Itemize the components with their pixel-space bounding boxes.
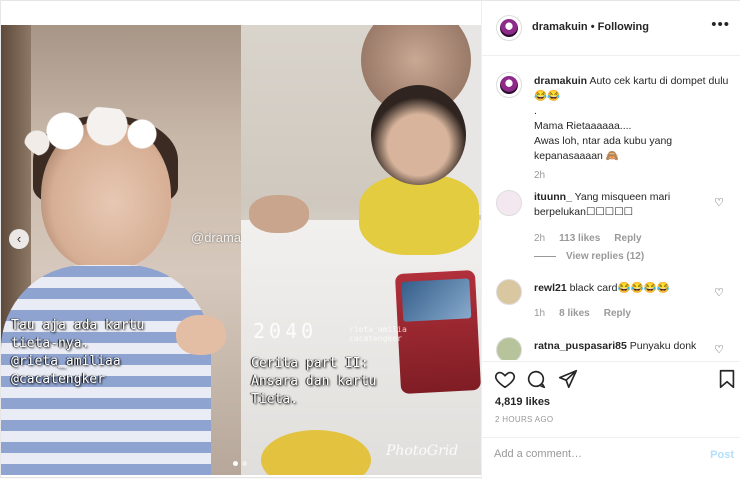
like-comment-heart-icon[interactable]: ♡ [714,196,724,209]
comment-text: ituunn_ Yang misqueen mari berpelukan☐☐☐… [534,191,671,218]
comment-time[interactable]: 2h [534,233,545,244]
author-avatar[interactable] [496,15,522,41]
comments-list[interactable]: dramakuin Auto cek kartu di dompet dulu … [482,57,740,360]
caption-avatar[interactable] [496,72,522,98]
comment-avatar-ituunn[interactable] [496,190,522,216]
comment-time[interactable]: 1h [534,308,545,319]
post-media[interactable]: @dramakuin Tau aja ada kartu tieta-nya. … [1,25,481,475]
more-options-icon[interactable]: ••• [711,16,730,33]
add-comment-bar: Post [482,437,740,475]
left-photo-panel: @dramakuin Tau aja ada kartu tieta-nya. … [1,25,241,475]
caption-text: dramakuin Auto cek kartu di dompet dulu … [534,75,729,162]
author-username[interactable]: dramakuin [532,21,588,33]
comment-likes[interactable]: 8 likes [559,308,590,319]
action-bar: 4,819 likes 2 HOURS AGO [482,361,740,441]
child-head [371,85,466,185]
comment-username[interactable]: ituunn_ [534,191,572,203]
comment-text: ratna_puspasari85 Punyaku donk [534,340,697,352]
like-heart-icon[interactable] [494,368,516,390]
right-caption-overlay: Cerita part II: Ansara dan kartu Tieta. [251,356,377,407]
yellow-shirt [359,175,479,255]
comment-bubble-icon[interactable] [525,368,547,390]
author-header: dramakuin • Following [532,21,649,33]
comment-avatar-rewl21[interactable] [496,279,522,305]
likes-count[interactable]: 4,819 likes [495,396,550,408]
slide-indicator [233,461,247,466]
adult-hand [249,195,309,233]
photogrid-watermark: PhotoGrid [386,443,459,459]
handle-rieta: @rieta_amiliaa [11,354,121,369]
like-comment-heart-icon[interactable]: ♡ [714,286,724,299]
caption-username[interactable]: dramakuin [534,75,587,87]
caption-meta: 2h [534,170,545,181]
comment-meta: 1h 8 likes Reply [534,308,631,319]
comment-text: rewl21 black card😂😂😂😂 [534,282,670,294]
bookmark-icon[interactable] [716,368,738,390]
post-header: dramakuin • Following ••• [482,1,740,56]
mini-credit: rieta_amilia cacatengker [349,325,407,343]
handle-cacatengker: @cacatengker [11,372,105,387]
post-modal: @dramakuin Tau aja ada kartu tieta-nya. … [0,0,740,479]
like-comment-heart-icon[interactable]: ♡ [714,343,724,356]
comment-likes[interactable]: 113 likes [559,233,600,244]
share-plane-icon[interactable] [557,368,579,390]
comment-username[interactable]: ratna_puspasari85 [534,340,627,352]
comment-username[interactable]: rewl21 [534,282,567,294]
right-photo-panel: 2040 rieta_amilia cacatengker Cerita part… [241,25,481,475]
left-caption-overlay: Tau aja ada kartu tieta-nya. @rieta_amil… [11,318,145,387]
watermark-text: @dramakuin [191,230,241,245]
reply-button[interactable]: Reply [614,233,641,244]
header-separator: • [590,21,595,33]
comment-meta: 2h 113 likes Reply [534,233,642,244]
reply-button[interactable]: Reply [604,308,631,319]
post-sidebar: dramakuin • Following ••• dramakuin Auto… [481,1,740,479]
following-button[interactable]: Following [598,21,649,33]
flower-headband [23,107,163,167]
phone-screen [401,278,472,322]
caption-time[interactable]: 2h [534,170,545,181]
comment-avatar-ratna[interactable] [496,337,522,360]
baby-hand [176,315,226,355]
view-replies-button[interactable]: View replies (12) [534,251,644,262]
phone-case [394,269,481,395]
comment-input[interactable] [494,448,684,460]
slide-dot-2 [242,461,247,466]
slide-dot-1 [233,461,238,466]
previous-slide-button[interactable]: ‹ [9,229,29,249]
post-comment-button[interactable]: Post [710,449,734,461]
time-counter: 2040 [253,319,318,343]
post-timestamp[interactable]: 2 HOURS AGO [495,415,553,424]
